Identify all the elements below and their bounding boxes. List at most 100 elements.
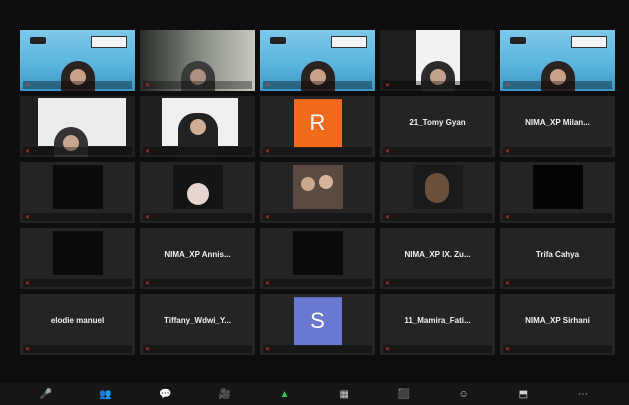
reactions-button[interactable]: ☺ xyxy=(455,387,473,401)
participant-name-label: ✕ xyxy=(503,279,612,287)
apps-button[interactable]: ⬒ xyxy=(514,387,532,401)
mic-muted-icon: ✕ xyxy=(25,148,31,155)
share-screen-button[interactable]: ▲ xyxy=(276,387,294,401)
mic-muted-icon: ✕ xyxy=(265,82,271,89)
mic-muted-icon: ✕ xyxy=(385,214,391,221)
participant-tile[interactable]: ✕ xyxy=(20,162,135,223)
participant-name-label: ✕ xyxy=(143,279,252,287)
mic-muted-icon: ✕ xyxy=(265,148,271,155)
participant-tile[interactable]: ✕ xyxy=(20,30,135,91)
participants-icon: 👥 xyxy=(99,388,112,400)
participant-name-label: ✕ xyxy=(383,345,492,353)
participant-name-label: ✕ xyxy=(263,147,372,155)
more-icon: ⋯ xyxy=(578,388,589,400)
mic-muted-icon: ✕ xyxy=(145,82,151,89)
layout-button[interactable]: ▦ xyxy=(335,387,353,401)
participant-tile[interactable]: NIMA_XP IX. Zu... ✕ xyxy=(380,228,495,289)
participants-button[interactable]: 👥 xyxy=(97,387,115,401)
participant-tile[interactable]: NIMA_XP Milan... ✕ xyxy=(500,96,615,157)
mic-muted-icon: ✕ xyxy=(25,346,31,353)
participant-tile[interactable]: ✕ xyxy=(140,30,255,91)
mic-muted-icon: ✕ xyxy=(25,214,31,221)
profile-photo xyxy=(52,165,103,209)
mic-muted-icon: ✕ xyxy=(145,214,151,221)
participant-tile[interactable]: ✕ xyxy=(20,96,135,157)
mic-muted-icon: ✕ xyxy=(265,346,271,353)
participant-name-label: ✕ xyxy=(23,345,132,353)
profile-photo xyxy=(52,231,103,275)
whiteboard xyxy=(331,36,367,48)
profile-photo xyxy=(292,165,343,209)
mic-muted-icon: ✕ xyxy=(505,280,511,287)
participant-tile[interactable]: ✕ xyxy=(140,96,255,157)
participant-tile[interactable]: 11_Mamira_Fati... ✕ xyxy=(380,294,495,355)
stop-video-button[interactable]: 🎥 xyxy=(216,387,234,401)
participant-tile[interactable]: ✕ xyxy=(500,162,615,223)
video-grid: ✕ ✕ ✕ ✕ ✕ ✕ ✕ R ✕ 21_Tomy Gyan ✕ NIMA_XP Milan... ✕ ✕… xyxy=(20,30,618,355)
participant-tile[interactable]: NIMA_XP Sirhani ✕ xyxy=(500,294,615,355)
participant-tile[interactable]: NIMA_XP Annis... ✕ xyxy=(140,228,255,289)
chat-button[interactable]: 💬 xyxy=(156,387,174,401)
participant-name-label: ✕ xyxy=(383,213,492,221)
participant-display-name: NIMA_XP Sirhani xyxy=(525,316,590,325)
participant-tile[interactable]: ✕ xyxy=(140,162,255,223)
participant-tile[interactable]: S ✕ xyxy=(260,294,375,355)
participant-tile[interactable]: ✕ xyxy=(380,162,495,223)
share-screen-icon: ▲ xyxy=(279,388,290,400)
participant-name-label: ✕ xyxy=(23,279,132,287)
mute-button[interactable]: 🎤 xyxy=(37,387,55,401)
camera-icon xyxy=(510,37,526,44)
mic-muted-icon: ✕ xyxy=(505,346,511,353)
more-button[interactable]: ⋯ xyxy=(574,387,592,401)
participant-display-name: NIMA_XP IX. Zu... xyxy=(404,250,471,259)
participant-name-label: ✕ xyxy=(143,345,252,353)
avatar: S xyxy=(293,296,342,345)
participant-name-label: ✕ xyxy=(143,213,252,221)
participant-tile[interactable]: elodie manuel ✕ xyxy=(20,294,135,355)
participant-name-label: ✕ xyxy=(383,147,492,155)
apps-icon: ⬒ xyxy=(518,388,529,400)
mic-muted-icon: ✕ xyxy=(505,214,511,221)
participant-tile[interactable]: R ✕ xyxy=(260,96,375,157)
participant-display-name: elodie manuel xyxy=(50,316,105,325)
participant-name-label: ✕ xyxy=(383,279,492,287)
participant-name-label: ✕ xyxy=(263,81,372,89)
participant-tile[interactable]: Tiffany_Wdwi_Y... ✕ xyxy=(140,294,255,355)
participant-tile[interactable]: ✕ xyxy=(260,228,375,289)
mic-muted-icon: ✕ xyxy=(385,280,391,287)
participant-display-name: 21_Tomy Gyan xyxy=(409,118,466,127)
participant-name-label: ✕ xyxy=(383,81,492,89)
participant-tile[interactable]: ✕ xyxy=(260,30,375,91)
mic-muted-icon: ✕ xyxy=(145,280,151,287)
mic-muted-icon: ✕ xyxy=(25,82,31,89)
whiteboard xyxy=(91,36,127,48)
record-icon: ⬛ xyxy=(397,388,411,400)
profile-photo xyxy=(172,165,223,209)
participant-display-name: NIMA_XP Annis... xyxy=(164,250,231,259)
participant-display-name: NIMA_XP Milan... xyxy=(525,118,590,127)
profile-photo xyxy=(292,231,343,275)
participant-name-label: ✕ xyxy=(263,279,372,287)
mic-muted-icon: ✕ xyxy=(145,346,151,353)
record-button[interactable]: ⬛ xyxy=(395,387,413,401)
reactions-icon: ☺ xyxy=(458,388,469,400)
camera-icon xyxy=(30,37,46,44)
participant-tile[interactable]: 21_Tomy Gyan ✕ xyxy=(380,96,495,157)
mic-muted-icon: ✕ xyxy=(385,82,391,89)
participant-tile[interactable]: ✕ xyxy=(260,162,375,223)
mic-muted-icon: ✕ xyxy=(265,280,271,287)
participant-tile[interactable]: ✕ xyxy=(380,30,495,91)
participant-name-label: ✕ xyxy=(23,147,132,155)
participant-tile[interactable]: ✕ xyxy=(20,228,135,289)
profile-photo xyxy=(412,165,463,209)
mic-muted-icon: ✕ xyxy=(385,148,391,155)
participant-display-name: Trifa Cahya xyxy=(535,250,580,259)
mic-muted-icon: ✕ xyxy=(505,148,511,155)
participant-tile[interactable]: ✕ xyxy=(500,30,615,91)
stop-video-icon: 🎥 xyxy=(218,388,232,400)
participant-name-label: ✕ xyxy=(23,213,132,221)
participant-tile[interactable]: Trifa Cahya ✕ xyxy=(500,228,615,289)
participant-name-label: ✕ xyxy=(503,213,612,221)
mic-muted-icon: ✕ xyxy=(505,82,511,89)
mic-muted-icon: ✕ xyxy=(265,214,271,221)
